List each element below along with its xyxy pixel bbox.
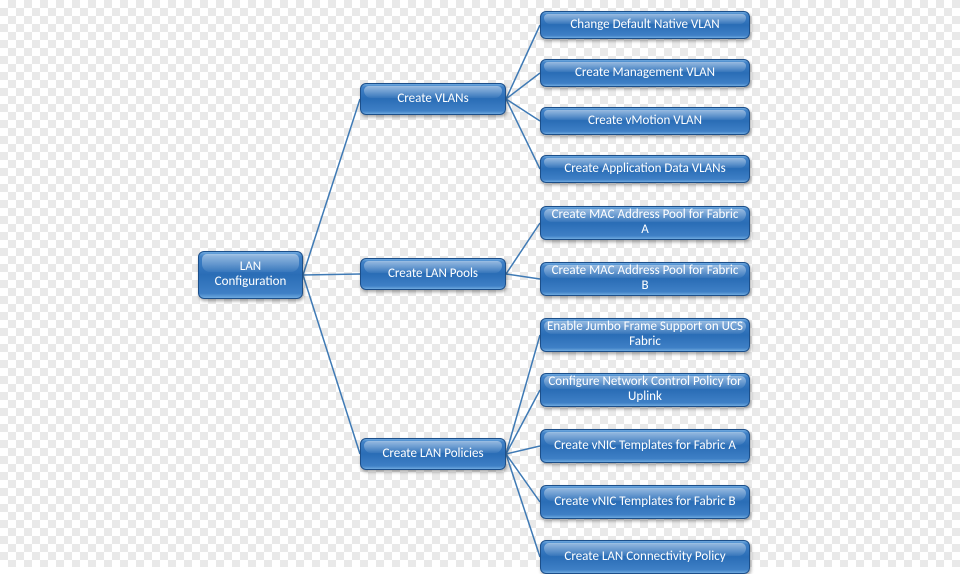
node-create-application-data-vlans: Create Application Data VLANs	[540, 155, 750, 183]
node-enable-jumbo-frame: Enable Jumbo Frame Support on UCS Fabric	[540, 318, 750, 352]
node-label: Create LAN Policies	[382, 447, 483, 462]
node-create-vlans: Create VLANs	[360, 83, 506, 115]
node-label: Configure Network Control Policy for Upl…	[547, 375, 743, 405]
node-label: Create MAC Address Pool for Fabric B	[547, 264, 743, 294]
node-configure-network-control-policy: Configure Network Control Policy for Upl…	[540, 373, 750, 407]
node-create-vmotion-vlan: Create vMotion VLAN	[540, 107, 750, 135]
node-label: Create Application Data VLANs	[564, 162, 725, 177]
node-label: Change Default Native VLAN	[570, 18, 719, 33]
node-create-lan-pools: Create LAN Pools	[360, 258, 506, 290]
node-label: Create LAN Connectivity Policy	[564, 550, 725, 565]
node-create-lan-policies: Create LAN Policies	[360, 438, 506, 470]
node-create-mac-pool-fabric-b: Create MAC Address Pool for Fabric B	[540, 262, 750, 296]
node-label: LAN Configuration	[205, 260, 296, 290]
node-label: Create MAC Address Pool for Fabric A	[547, 208, 743, 238]
node-create-lan-connectivity-policy: Create LAN Connectivity Policy	[540, 540, 750, 574]
node-label: Create VLANs	[397, 92, 468, 107]
node-create-management-vlan: Create Management VLAN	[540, 59, 750, 87]
node-label: Create LAN Pools	[388, 267, 478, 282]
node-create-vnic-templates-fabric-b: Create vNIC Templates for Fabric B	[540, 485, 750, 519]
node-label: Create vNIC Templates for Fabric B	[554, 495, 735, 510]
node-lan-configuration: LAN Configuration	[198, 251, 303, 299]
node-create-vnic-templates-fabric-a: Create vNIC Templates for Fabric A	[540, 429, 750, 463]
node-label: Create vMotion VLAN	[588, 114, 702, 129]
node-label: Enable Jumbo Frame Support on UCS Fabric	[547, 320, 743, 350]
node-label: Create Management VLAN	[575, 66, 715, 81]
node-label: Create vNIC Templates for Fabric A	[554, 439, 736, 454]
node-create-mac-pool-fabric-a: Create MAC Address Pool for Fabric A	[540, 206, 750, 240]
node-change-default-native-vlan: Change Default Native VLAN	[540, 11, 750, 39]
